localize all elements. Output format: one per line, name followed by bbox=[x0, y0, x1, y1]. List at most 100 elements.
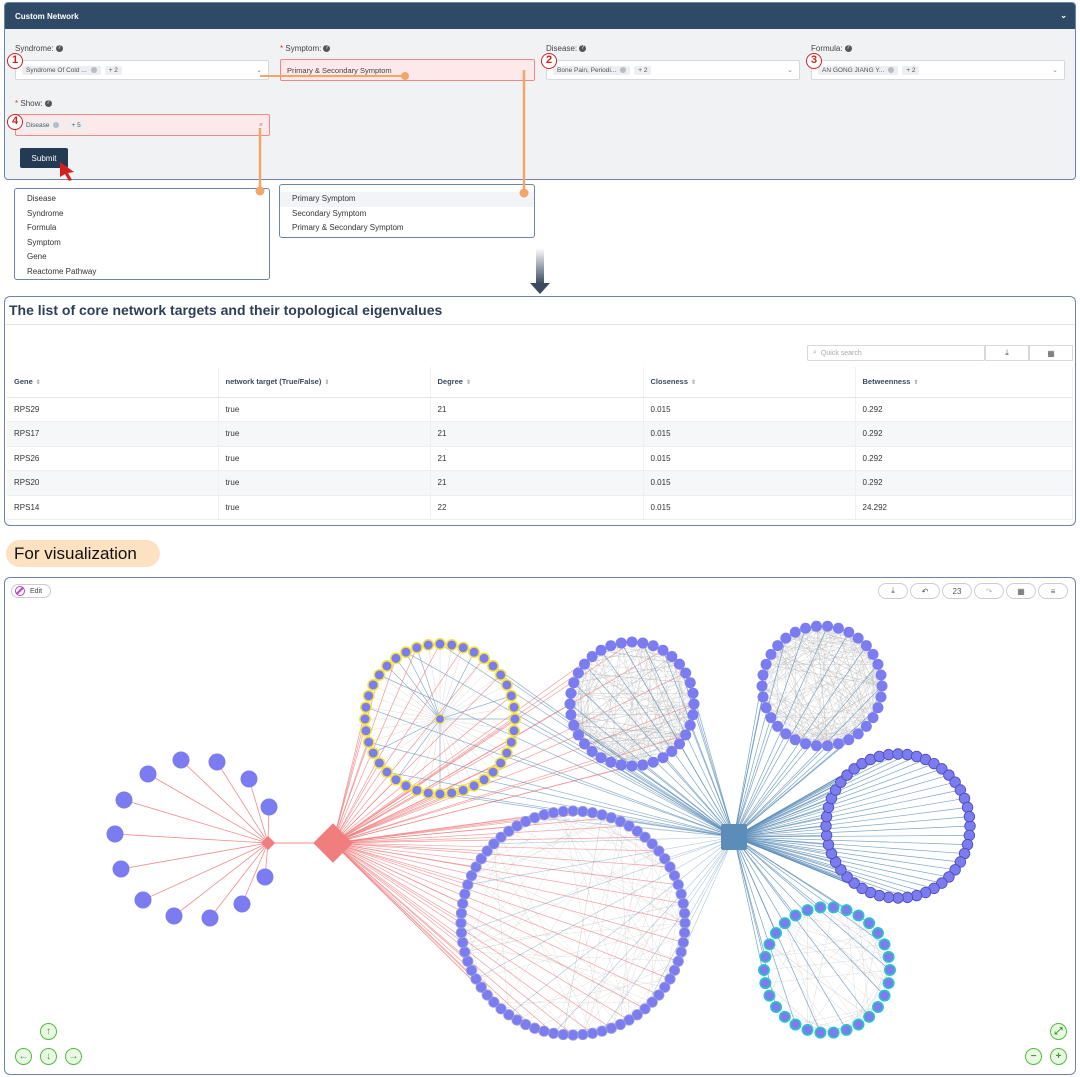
network-node bbox=[863, 1010, 876, 1023]
network-node bbox=[538, 809, 550, 821]
network-edge bbox=[439, 718, 494, 773]
table-row[interactable]: RPS14 true 22 0.015 24.292 bbox=[7, 495, 1073, 520]
sort-icon[interactable]: ⇕ bbox=[691, 380, 696, 386]
network-node bbox=[367, 747, 380, 759]
network-node bbox=[359, 724, 372, 737]
table-row[interactable]: RPS17 true 21 0.015 0.292 bbox=[7, 421, 1073, 447]
network-node bbox=[256, 868, 274, 886]
network-node bbox=[577, 1028, 589, 1041]
targets-table-panel: The list of core network targets and the… bbox=[4, 296, 1076, 526]
visualization-badge: For visualization bbox=[6, 540, 160, 567]
network-edge bbox=[439, 658, 485, 720]
network-node bbox=[789, 626, 801, 638]
network-node bbox=[684, 719, 696, 731]
network-edge bbox=[733, 789, 961, 838]
zoom-out-button[interactable]: − bbox=[1025, 1048, 1042, 1065]
network-node bbox=[757, 963, 770, 976]
network-node bbox=[457, 897, 469, 910]
network-node bbox=[840, 1023, 853, 1036]
download-icon: ⤓ bbox=[1005, 348, 1009, 357]
network-edge bbox=[180, 759, 269, 844]
network-node bbox=[822, 838, 835, 851]
network-node bbox=[500, 747, 513, 759]
network-node bbox=[201, 909, 219, 927]
network-node bbox=[852, 1018, 865, 1031]
network-node bbox=[800, 738, 812, 750]
network-graph[interactable] bbox=[5, 578, 1076, 1075]
column-header[interactable]: Betweenness ⇕ bbox=[855, 367, 1073, 398]
network-node bbox=[400, 646, 412, 659]
network-node bbox=[381, 766, 393, 778]
network-edge bbox=[733, 836, 847, 1031]
network-node bbox=[780, 728, 792, 740]
network-node bbox=[882, 977, 895, 990]
network-node bbox=[778, 1010, 791, 1023]
column-header[interactable]: Degree ⇕ bbox=[430, 367, 644, 398]
network-node bbox=[500, 679, 513, 691]
network-edge bbox=[368, 718, 441, 743]
network-node bbox=[860, 640, 872, 652]
network-node bbox=[487, 766, 499, 778]
network-node bbox=[572, 667, 584, 679]
network-edge bbox=[563, 811, 671, 980]
column-settings-button[interactable]: ▦ bbox=[1029, 345, 1073, 361]
network-node bbox=[434, 638, 446, 650]
network-node bbox=[780, 632, 792, 644]
network-node bbox=[871, 1001, 884, 1014]
arrow-up-icon: ↑ bbox=[46, 1025, 51, 1037]
quick-search-input[interactable]: ⌕ Quick search bbox=[807, 345, 985, 361]
download-button[interactable]: ⤓ bbox=[985, 345, 1029, 361]
table-row[interactable]: RPS20 true 21 0.015 0.292 bbox=[7, 470, 1073, 496]
pan-down-button[interactable]: ↓ bbox=[40, 1048, 57, 1065]
sort-icon[interactable]: ⇕ bbox=[36, 380, 41, 386]
network-node bbox=[843, 626, 855, 638]
network-node bbox=[770, 926, 783, 939]
annotation-overlay bbox=[60, 70, 550, 294]
zoom-in-button[interactable]: + bbox=[1050, 1048, 1067, 1065]
network-edge bbox=[620, 831, 638, 1025]
network-node bbox=[567, 1029, 579, 1041]
network-node bbox=[860, 720, 872, 732]
table-row[interactable]: RPS29 true 21 0.015 0.292 bbox=[7, 397, 1073, 422]
network-node bbox=[494, 668, 507, 681]
sort-icon[interactable]: ⇕ bbox=[324, 380, 329, 386]
network-node bbox=[595, 752, 607, 764]
network-node bbox=[134, 891, 152, 909]
network-node bbox=[637, 759, 649, 771]
pan-up-button[interactable]: ↑ bbox=[40, 1023, 57, 1040]
fit-view-button[interactable]: ⤢ bbox=[1050, 1023, 1067, 1040]
network-edge bbox=[516, 932, 685, 1021]
network-node bbox=[678, 907, 691, 919]
column-header[interactable]: Closeness ⇕ bbox=[643, 367, 856, 398]
network-node bbox=[679, 917, 691, 929]
network-node bbox=[871, 926, 884, 939]
network-node bbox=[878, 938, 891, 951]
network-node bbox=[765, 712, 777, 724]
table-row[interactable]: RPS26 true 21 0.015 0.292 bbox=[7, 446, 1073, 471]
pan-right-button[interactable]: → bbox=[65, 1048, 82, 1065]
network-node bbox=[832, 738, 844, 750]
pan-left-button[interactable]: ← bbox=[15, 1048, 32, 1065]
network-node bbox=[901, 891, 914, 904]
network-edge bbox=[123, 799, 269, 844]
network-edge bbox=[733, 664, 879, 838]
network-node bbox=[567, 805, 579, 817]
network-node bbox=[760, 702, 772, 714]
network-node bbox=[827, 1026, 840, 1039]
sort-icon[interactable]: ⇕ bbox=[913, 380, 918, 386]
column-header[interactable]: Gene ⇕ bbox=[7, 367, 219, 398]
network-node bbox=[572, 729, 584, 741]
network-node bbox=[763, 938, 776, 951]
network-node bbox=[872, 658, 884, 670]
sort-icon[interactable]: ⇕ bbox=[466, 380, 471, 386]
network-node bbox=[459, 888, 471, 900]
network-node bbox=[547, 1027, 560, 1039]
network-node bbox=[577, 805, 589, 818]
network-node bbox=[172, 751, 190, 769]
network-edge bbox=[386, 718, 441, 773]
network-node bbox=[367, 679, 380, 691]
column-header[interactable]: network target (True/False) ⇕ bbox=[218, 367, 431, 398]
network-node bbox=[626, 760, 638, 772]
network-node bbox=[240, 770, 258, 788]
network-edge bbox=[332, 842, 554, 1034]
